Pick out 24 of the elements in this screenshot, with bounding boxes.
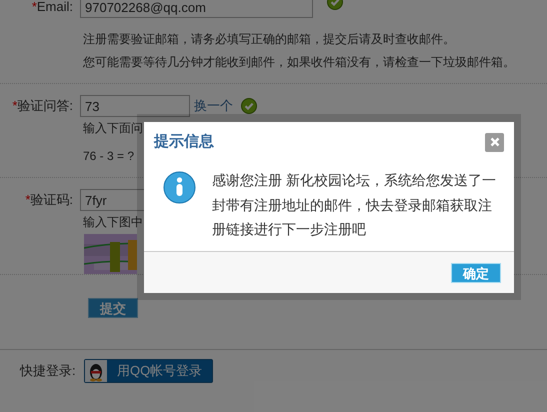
required-mark: * xyxy=(12,97,18,116)
required-mark: * xyxy=(25,191,30,210)
field-label: Email: xyxy=(36,0,73,16)
input-field[interactable]: 73 xyxy=(80,95,190,117)
field-label: 验证问答: xyxy=(17,97,73,116)
info-icon xyxy=(163,171,196,204)
help-text: 76 - 3 = ? xyxy=(83,149,134,163)
help-text: 注册需要验证邮箱，请务必填写正确的邮箱，提交后请及时查收邮件。 xyxy=(83,32,455,46)
penguin-icon xyxy=(85,360,107,382)
input-field[interactable]: 970702268@qq.com xyxy=(80,0,313,18)
change-link[interactable]: 换一个 xyxy=(194,96,233,116)
help-text: 输入下图中 xyxy=(83,215,143,229)
close-icon xyxy=(490,137,500,147)
ok-button[interactable]: 确定 xyxy=(451,262,501,282)
required-mark: * xyxy=(32,0,37,16)
dialog-message: 感谢您注册 新化校园论坛，系统给您发送了一封带有注册地址的邮件，快去登录邮箱获取注册链接进行下一步注册吧 xyxy=(212,171,497,239)
field-label: 验证码: xyxy=(30,191,73,210)
help-text: 输入下面问 xyxy=(83,121,143,135)
help-text: 您可能需要等待几分钟才能收到邮件，如果收件箱没有，请检查一下垃圾邮件箱。 xyxy=(83,55,515,69)
close-button[interactable] xyxy=(485,132,504,152)
submit-button[interactable]: 提交 xyxy=(88,298,138,318)
qq-login-button[interactable]: 用QQ帐号登录 xyxy=(84,359,214,383)
dialog-title: 提示信息 xyxy=(154,132,214,152)
quick-login-label: 快捷登录: xyxy=(20,362,77,380)
